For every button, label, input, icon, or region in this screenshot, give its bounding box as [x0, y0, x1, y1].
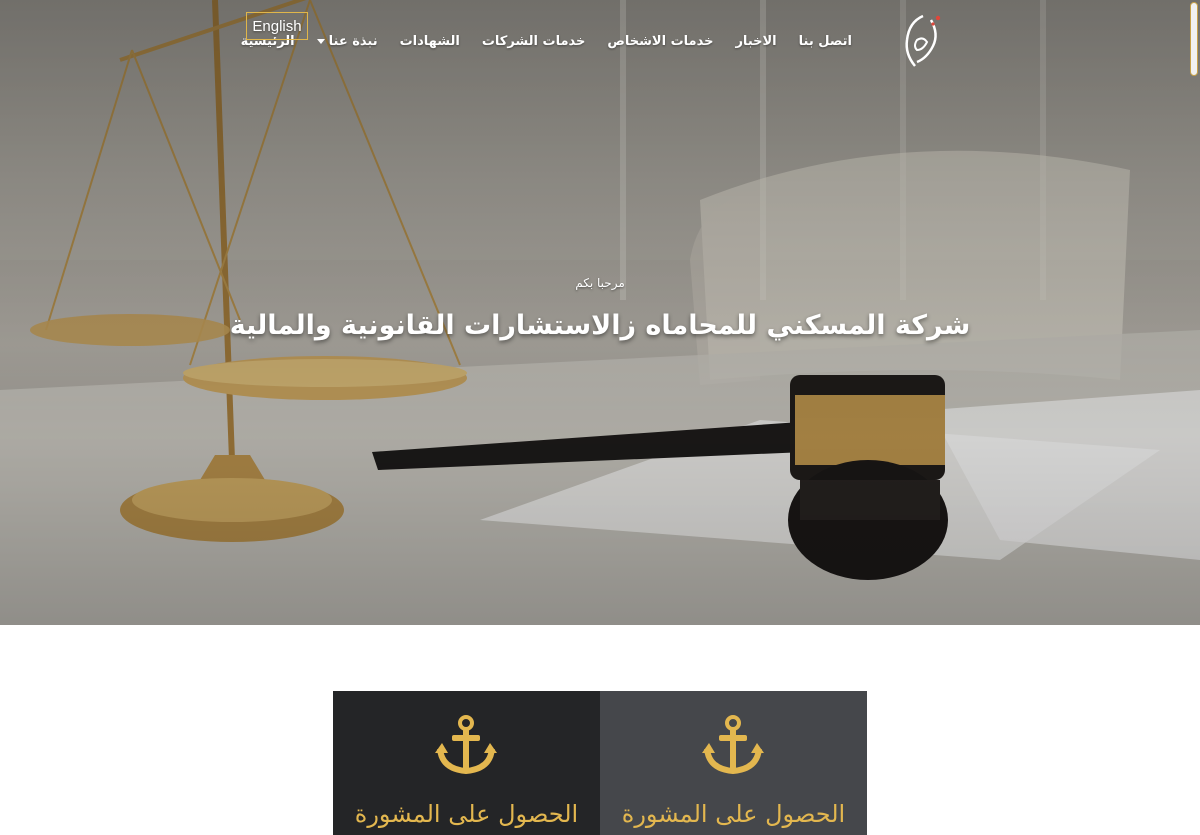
anchor-icon [702, 715, 764, 775]
nav-item-about[interactable]: نبذة عنا [316, 34, 378, 49]
nav-item-news[interactable]: الاخبار [735, 34, 776, 49]
service-card[interactable]: الحصول على المشورة [600, 691, 867, 835]
hero-title: شركة المسكني للمحاماه زالاستشارات القانو… [229, 310, 971, 341]
nav-item-individual-services[interactable]: خدمات الاشخاص [607, 34, 713, 49]
nav-item-corporate-services[interactable]: خدمات الشركات [482, 34, 586, 49]
services-section: الحصول على المشورة الحصول على المشورة [333, 691, 867, 835]
service-card[interactable]: الحصول على المشورة [333, 691, 600, 835]
main-menu: الرئيسية نبذة عنا الشهادات خدمات الشركات… [241, 34, 852, 49]
page-scrollbar[interactable] [1190, 2, 1198, 76]
chevron-down-icon [316, 39, 325, 44]
anchor-icon [435, 715, 497, 775]
hero-welcome-text: مرحبا بكم [575, 276, 625, 290]
language-switch-button[interactable]: English [246, 12, 308, 40]
service-title: الحصول على المشورة [621, 800, 846, 828]
top-navigation: الرئيسية نبذة عنا الشهادات خدمات الشركات… [0, 0, 1200, 90]
nav-item-certificates[interactable]: الشهادات [400, 34, 460, 49]
hero-banner: الرئيسية نبذة عنا الشهادات خدمات الشركات… [0, 0, 1200, 625]
service-title: الحصول على المشورة [354, 800, 579, 828]
nav-item-contact[interactable]: اتصل بنا [799, 34, 852, 49]
company-logo[interactable] [893, 10, 949, 72]
